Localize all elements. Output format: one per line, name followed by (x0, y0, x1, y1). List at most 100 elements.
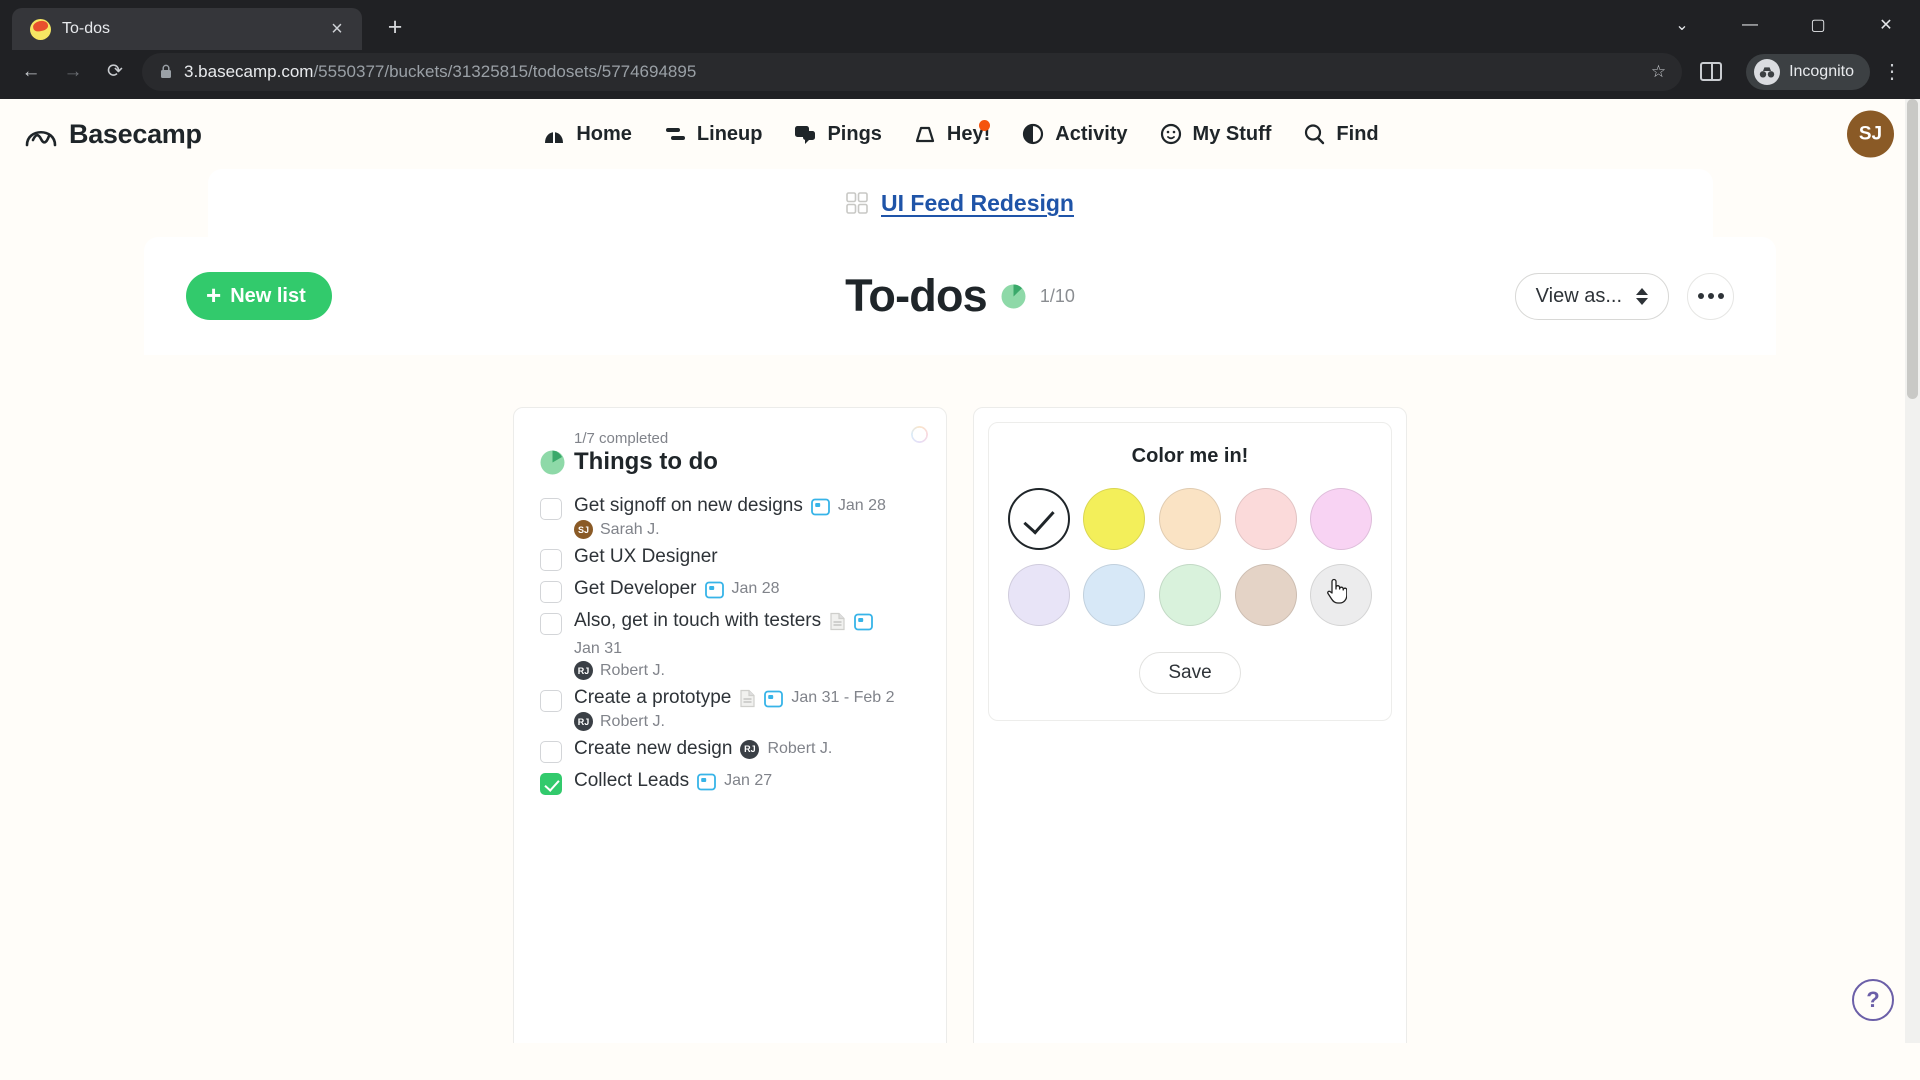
help-button[interactable]: ? (1852, 979, 1894, 1021)
new-tab-button[interactable]: + (378, 10, 412, 44)
incognito-indicator[interactable]: Incognito (1746, 53, 1870, 90)
list-title-row[interactable]: Things to do (540, 448, 920, 476)
todo-item[interactable]: Also, get in touch with testers Jan 31 RJ R… (540, 605, 920, 682)
color-swatch-magenta[interactable] (1310, 488, 1373, 550)
view-as-button[interactable]: View as... (1514, 272, 1669, 320)
color-picker-panel: Color me in! Save (988, 422, 1392, 721)
hey-icon (915, 126, 935, 143)
browser-chrome: To-dos × + ⌄ — ▢ ✕ ← → ⟳ 3.basecamp.com/… (0, 0, 1920, 99)
todo-line: Create a prototype Jan 31 - Feb 2 (574, 687, 920, 709)
todo-due-date: Jan 27 (724, 772, 773, 789)
todo-text: Get UX Designer (574, 546, 718, 567)
todo-item[interactable]: Create a prototype Jan 31 - Feb 2 RJ Robert… (540, 682, 920, 733)
nav-item-lineup-label: Lineup (696, 122, 763, 145)
browser-tab[interactable]: To-dos × (12, 8, 362, 50)
todo-checkbox[interactable] (540, 690, 562, 712)
todo-checkbox[interactable] (540, 613, 562, 635)
close-tab-icon[interactable]: × (324, 16, 350, 42)
close-window-button[interactable]: ✕ (1852, 0, 1920, 50)
color-swatch-light-green[interactable] (1158, 564, 1221, 626)
assignee-avatar[interactable]: RJ (574, 661, 593, 680)
color-swatch-light-blue[interactable] (1083, 564, 1146, 626)
color-swatch-tan[interactable] (1234, 564, 1297, 626)
address-bar[interactable]: 3.basecamp.com/5550377/buckets/31325815/… (142, 52, 1683, 91)
forward-icon[interactable]: → (52, 53, 94, 91)
avatar[interactable]: SJ (1847, 110, 1894, 158)
progress-pie-icon (1001, 284, 1026, 308)
document-icon (740, 689, 755, 707)
assignee-avatar[interactable]: SJ (574, 520, 593, 539)
todo-checkbox[interactable] (540, 581, 562, 603)
todo-body: Create new design RJ Robert J. (574, 738, 920, 760)
color-swatch-peach[interactable] (1158, 488, 1221, 550)
list-completed-meta: 1/7 completed (574, 430, 669, 447)
basecamp-logo-icon (25, 130, 57, 147)
save-row: Save (1007, 652, 1373, 694)
calendar-icon (704, 581, 724, 598)
activity-icon (1023, 123, 1044, 145)
assignee-avatar[interactable]: RJ (574, 712, 593, 731)
lineup-icon (665, 128, 685, 140)
scrollbar-thumb[interactable] (1907, 99, 1918, 399)
todo-item[interactable]: Collect Leads Jan 27 (540, 765, 920, 797)
save-button[interactable]: Save (1139, 652, 1241, 694)
page-scrollbar[interactable] (1905, 99, 1920, 1043)
assignee-row: RJ Robert J. (574, 712, 920, 731)
todo-checkbox[interactable] (540, 773, 562, 795)
color-swatch-lavender[interactable] (1007, 564, 1070, 626)
nav-item-hey[interactable]: Hey! (912, 120, 991, 147)
breadcrumb-project-link[interactable]: UI Feed Redesign (881, 190, 1074, 217)
browser-menu-icon[interactable]: ⋮ (1874, 59, 1910, 84)
bookmark-star-icon[interactable]: ☆ (1651, 62, 1672, 82)
back-icon[interactable]: ← (10, 53, 52, 91)
todo-checkbox[interactable] (540, 741, 562, 763)
todo-text: Get Developer (574, 578, 697, 599)
url-path: /5550377/buckets/31325815/todosets/57746… (313, 61, 697, 81)
toolbar-right-group: Incognito ⋮ (1682, 53, 1910, 91)
side-panel-button[interactable] (1690, 53, 1732, 91)
calendar-icon (697, 773, 717, 790)
kebab-dot-icon (1697, 293, 1704, 299)
todo-checkbox[interactable] (540, 549, 562, 571)
maximize-window-button[interactable]: ▢ (1784, 0, 1852, 50)
list-title: Things to do (574, 448, 718, 475)
calendar-icon (764, 690, 784, 707)
brand-name: Basecamp (69, 118, 202, 149)
new-list-button[interactable]: + New list (186, 272, 332, 320)
todo-body: Also, get in touch with testers Jan 31 RJ R… (574, 610, 920, 680)
nav-item-lineup[interactable]: Lineup (662, 121, 763, 147)
collapse-window-button[interactable]: ⌄ (1648, 0, 1716, 50)
todo-body: Get UX Designer (574, 546, 920, 568)
minimize-window-button[interactable]: — (1716, 0, 1784, 50)
color-swatch-light-gray[interactable] (1310, 564, 1373, 626)
todo-item[interactable]: Create new design RJ Robert J. (540, 733, 920, 765)
nav-item-find[interactable]: Find (1301, 121, 1379, 147)
nav-item-home[interactable]: Home (541, 121, 632, 147)
color-swatch-pink[interactable] (1234, 488, 1297, 550)
todo-item[interactable]: Get UX Designer (540, 541, 920, 573)
incognito-label: Incognito (1789, 62, 1854, 80)
assignee-row: SJ Sarah J. (574, 520, 920, 539)
page-header: + New list To-dos 1/10 View as... (144, 237, 1776, 355)
color-swatch-yellow[interactable] (1083, 488, 1146, 550)
search-icon (1305, 124, 1325, 145)
main-menu: Home Lineup Pings Hey! Activity My Stuff… (0, 120, 1920, 147)
incognito-avatar-icon (1754, 58, 1781, 85)
nav-item-my-stuff[interactable]: My Stuff (1158, 121, 1271, 147)
todo-text: Also, get in touch with testers (574, 610, 822, 631)
todo-checkbox[interactable] (540, 498, 562, 520)
header-actions: View as... (1514, 272, 1734, 320)
nav-item-pings[interactable]: Pings (792, 121, 882, 147)
reload-icon[interactable]: ⟳ (94, 53, 136, 91)
loading-spinner-icon (911, 426, 928, 443)
calendar-icon (854, 613, 874, 630)
color-swatch-white[interactable] (1007, 488, 1070, 550)
nav-item-activity[interactable]: Activity (1020, 121, 1128, 147)
todo-item[interactable]: Get signoff on new designs Jan 28 SJ Sarah … (540, 490, 920, 541)
home-icon (545, 131, 564, 144)
assignee-avatar[interactable]: RJ (740, 739, 760, 759)
todo-item[interactable]: Get Developer Jan 28 (540, 573, 920, 605)
more-options-button[interactable] (1687, 272, 1734, 320)
todo-due-date: Jan 28 (837, 497, 886, 514)
basecamp-logo[interactable]: Basecamp (24, 117, 202, 151)
